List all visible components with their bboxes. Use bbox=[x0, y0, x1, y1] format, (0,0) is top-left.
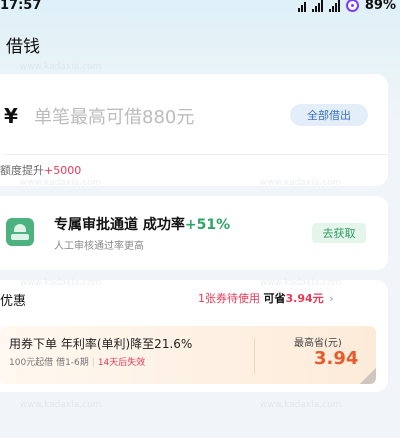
approval-subtitle: 人工审核通过率更高 bbox=[54, 241, 144, 252]
credit-increase-value: +5000 bbox=[44, 164, 82, 177]
max-save-label: 最高省(元) bbox=[294, 338, 342, 349]
coupon-conditions: 100元起借 借1-6期 | 14天后失效 bbox=[9, 355, 145, 368]
coupon-corner-tag bbox=[360, 368, 376, 384]
credit-increase-text: 额度提升+5000 bbox=[0, 162, 81, 178]
coupon-item[interactable]: 用券下单 年利率(单利)降至21.6% 100元起借 借1-6期 | 14天后失效 … bbox=[0, 326, 376, 384]
watermark-text: www.kadaxia.com bbox=[20, 400, 102, 410]
coupon-terms: 借1-6期 bbox=[56, 358, 89, 368]
chevron-right-icon: › bbox=[329, 292, 334, 305]
borrow-amount-card: ¥ 全部借出 额度提升+5000 bbox=[0, 74, 388, 186]
watermark-text: www.kadaxia.com bbox=[260, 400, 342, 410]
approval-title: 专属审批通道 成功率+51% bbox=[54, 214, 230, 234]
status-time: 17:57 bbox=[0, 0, 42, 13]
approval-rate: +51% bbox=[184, 217, 231, 233]
coupon-expiry: 14天后失效 bbox=[97, 358, 146, 368]
divider bbox=[4, 154, 388, 155]
signal-icon-2 bbox=[328, 0, 340, 12]
currency-symbol: ¥ bbox=[4, 104, 18, 128]
wifi-icon bbox=[297, 0, 306, 12]
coupon-separator: | bbox=[91, 358, 95, 368]
coupon-min: 100元起借 bbox=[9, 358, 54, 368]
coupon-save-label: 可省 bbox=[263, 292, 286, 305]
coupon-section-label: 优惠 bbox=[0, 294, 27, 309]
status-icons: 89% bbox=[297, 0, 396, 13]
coupon-pending-text: 1张券待使用 bbox=[198, 292, 260, 305]
battery-icon bbox=[345, 0, 359, 12]
page-title: 借钱 bbox=[6, 37, 40, 57]
coupon-save-value: 3.94元 bbox=[285, 292, 324, 305]
approval-title-text: 专属审批通道 成功率 bbox=[54, 217, 185, 233]
coupon-card: 优惠 1张券待使用 可省3.94元 › 用券下单 年利率(单利)降至21.6% … bbox=[0, 280, 388, 392]
coupon-divider bbox=[254, 338, 255, 374]
max-save-value: 3.94 bbox=[314, 348, 359, 369]
amount-input[interactable] bbox=[34, 102, 254, 132]
approval-channel-icon bbox=[6, 218, 34, 246]
approval-channel-card[interactable]: 专属审批通道 成功率+51% 人工审核通过率更高 去获取 bbox=[0, 196, 388, 270]
status-bar: 17:57 89% bbox=[0, 0, 400, 16]
coupon-title: 用券下单 年利率(单利)降至21.6% bbox=[9, 337, 193, 351]
credit-increase-label: 额度提升 bbox=[0, 164, 44, 177]
signal-icon bbox=[311, 0, 323, 12]
borrow-all-button[interactable]: 全部借出 bbox=[290, 104, 368, 126]
coupon-summary-link[interactable]: 1张券待使用 可省3.94元 › bbox=[198, 290, 334, 306]
battery-level: 89% bbox=[364, 0, 396, 13]
get-approval-button[interactable]: 去获取 bbox=[312, 223, 366, 243]
